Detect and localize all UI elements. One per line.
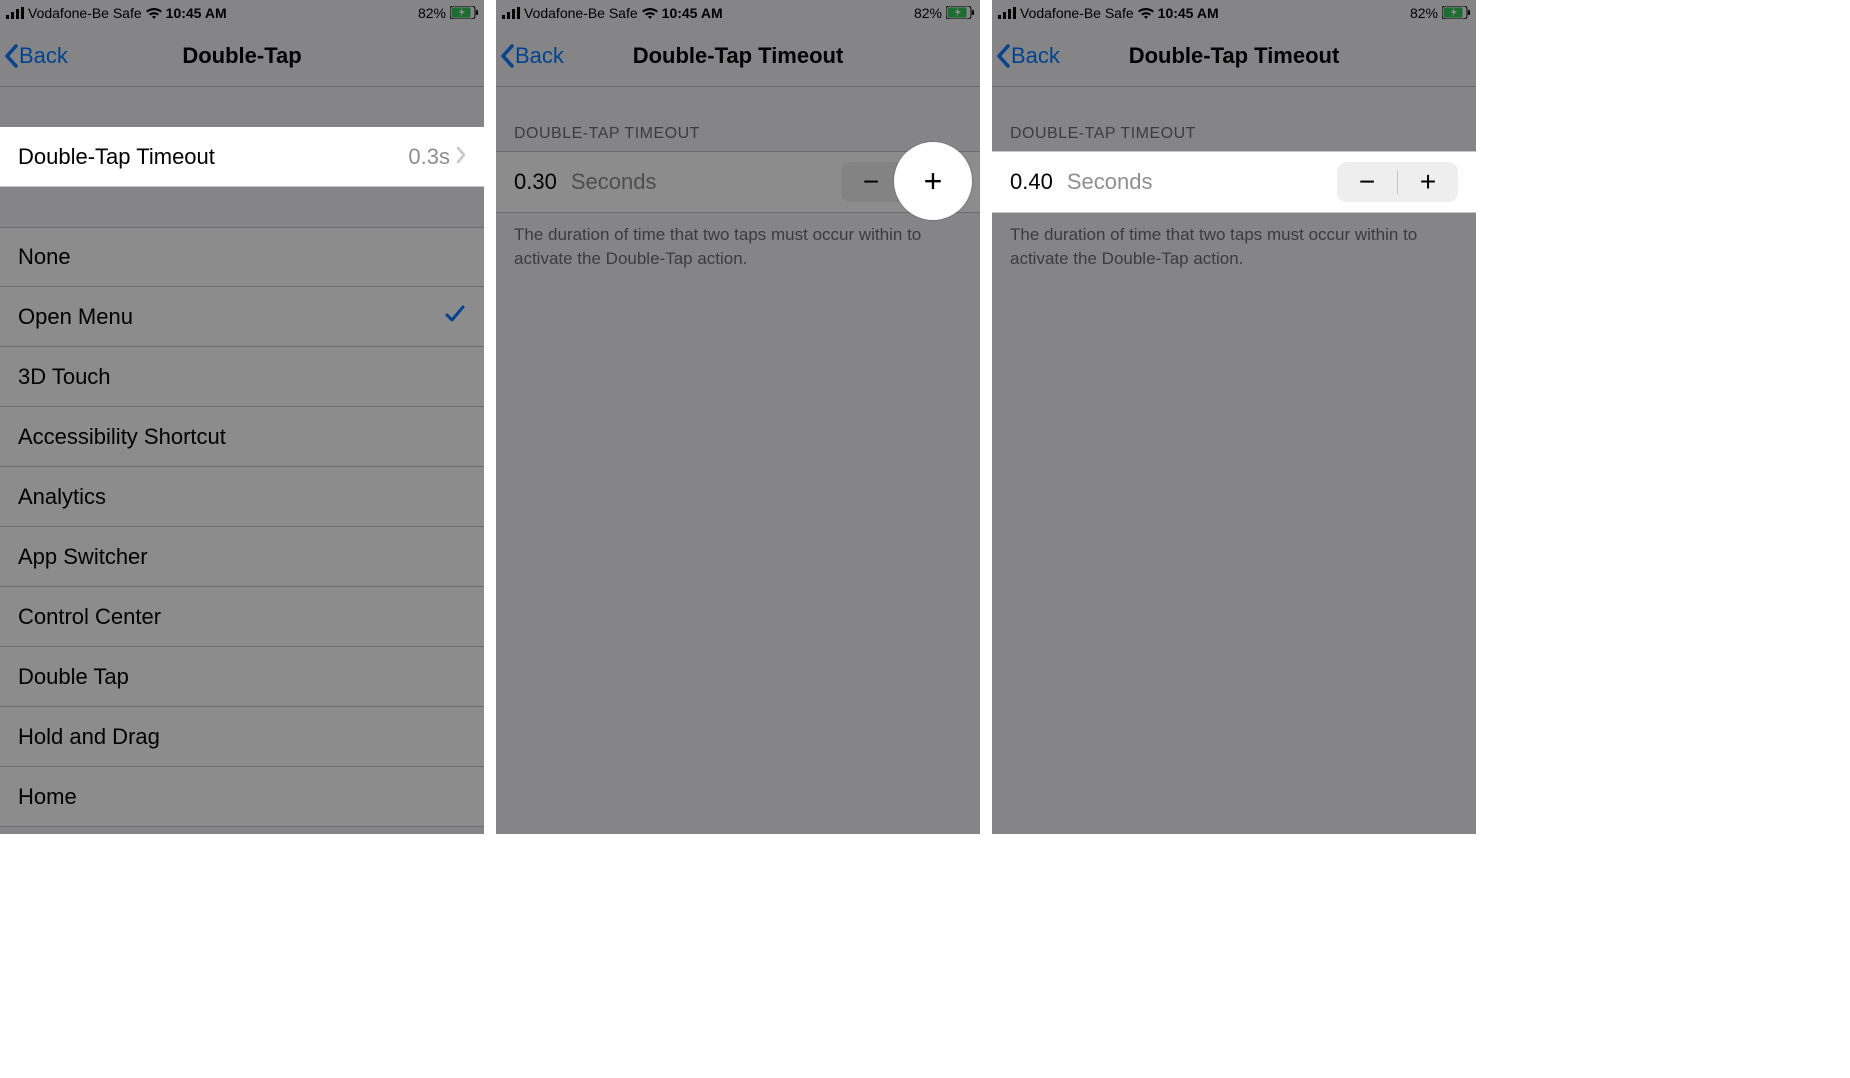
section-header: DOUBLE-TAP TIMEOUT (992, 87, 1476, 151)
cellular-signal-icon (6, 7, 24, 19)
double-tap-timeout-row[interactable]: Double-Tap Timeout 0.3s (0, 127, 484, 187)
timeout-value: 0.40 (1010, 169, 1053, 195)
action-label: Double Tap (18, 664, 466, 690)
action-row[interactable]: Hold and Drag (0, 707, 484, 767)
wifi-icon (642, 7, 658, 19)
action-label: Analytics (18, 484, 466, 510)
battery-percent-label: 82% (914, 5, 942, 21)
action-row[interactable]: Home (0, 767, 484, 827)
chevron-left-icon (996, 44, 1010, 68)
chevron-right-icon (456, 144, 466, 170)
page-title: Double-Tap Timeout (633, 43, 844, 69)
row-label: Double-Tap Timeout (18, 144, 408, 170)
action-label: None (18, 244, 466, 270)
status-bar: Vodafone-Be Safe 10:45 AM 82% (496, 0, 980, 25)
battery-icon (1442, 6, 1470, 19)
battery-icon (946, 6, 974, 19)
back-button[interactable]: Back (4, 43, 68, 69)
status-bar: Vodafone-Be Safe 10:45 AM 82% (992, 0, 1476, 25)
status-bar: Vodafone-Be Safe 10:45 AM 82% (0, 0, 484, 25)
action-list: None Open Menu 3D Touch Accessibility Short… (0, 227, 484, 827)
timeout-stepper-row: 0.40 Seconds − + (992, 151, 1476, 213)
stepper-minus-button[interactable]: − (1337, 162, 1397, 202)
action-row[interactable]: Double Tap (0, 647, 484, 707)
action-label: Accessibility Shortcut (18, 424, 466, 450)
back-label: Back (19, 43, 68, 69)
screen-timeout-040: Vodafone-Be Safe 10:45 AM 82% Back Doubl… (992, 0, 1476, 834)
battery-percent-label: 82% (1410, 5, 1438, 21)
action-label: Open Menu (18, 304, 444, 330)
chevron-left-icon (500, 44, 514, 68)
cellular-signal-icon (502, 7, 520, 19)
action-row[interactable]: App Switcher (0, 527, 484, 587)
chevron-left-icon (4, 44, 18, 68)
carrier-label: Vodafone-Be Safe (524, 5, 638, 21)
timeout-unit: Seconds (571, 169, 841, 195)
action-row[interactable]: None (0, 227, 484, 287)
nav-bar: Back Double-Tap (0, 25, 484, 87)
action-label: Control Center (18, 604, 466, 630)
plus-highlight-circle: + (894, 142, 972, 220)
nav-bar: Back Double-Tap Timeout (496, 25, 980, 87)
page-title: Double-Tap (182, 43, 301, 69)
clock-label: 10:45 AM (662, 5, 723, 21)
action-label: 3D Touch (18, 364, 466, 390)
screen-timeout-030: Vodafone-Be Safe 10:45 AM 82% Back Doubl… (496, 0, 980, 834)
stepper: − + (1337, 162, 1458, 202)
section-header: DOUBLE-TAP TIMEOUT (496, 87, 980, 151)
screen-double-tap: Vodafone-Be Safe 10:45 AM 82% Back Doubl… (0, 0, 484, 834)
action-label: App Switcher (18, 544, 466, 570)
clock-label: 10:45 AM (1158, 5, 1219, 21)
action-row[interactable]: 3D Touch (0, 347, 484, 407)
row-value: 0.3s (408, 144, 450, 170)
action-label: Hold and Drag (18, 724, 466, 750)
carrier-label: Vodafone-Be Safe (28, 5, 142, 21)
timeout-unit: Seconds (1067, 169, 1337, 195)
action-row[interactable]: Open Menu (0, 287, 484, 347)
plus-icon: + (924, 163, 943, 200)
action-row[interactable]: Analytics (0, 467, 484, 527)
back-button[interactable]: Back (996, 43, 1060, 69)
nav-bar: Back Double-Tap Timeout (992, 25, 1476, 87)
checkmark-icon (444, 303, 466, 331)
clock-label: 10:45 AM (166, 5, 227, 21)
stepper-minus-button[interactable]: − (841, 162, 901, 202)
stepper-plus-button[interactable]: + (1398, 162, 1458, 202)
section-footer: The duration of time that two taps must … (496, 213, 980, 281)
cellular-signal-icon (998, 7, 1016, 19)
carrier-label: Vodafone-Be Safe (1020, 5, 1134, 21)
timeout-value: 0.30 (514, 169, 557, 195)
back-label: Back (1011, 43, 1060, 69)
battery-icon (450, 6, 478, 19)
page-title: Double-Tap Timeout (1129, 43, 1340, 69)
battery-percent-label: 82% (418, 5, 446, 21)
action-row[interactable]: Control Center (0, 587, 484, 647)
back-button[interactable]: Back (500, 43, 564, 69)
wifi-icon (1138, 7, 1154, 19)
wifi-icon (146, 7, 162, 19)
action-label: Home (18, 784, 466, 810)
action-row[interactable]: Accessibility Shortcut (0, 407, 484, 467)
back-label: Back (515, 43, 564, 69)
section-footer: The duration of time that two taps must … (992, 213, 1476, 281)
